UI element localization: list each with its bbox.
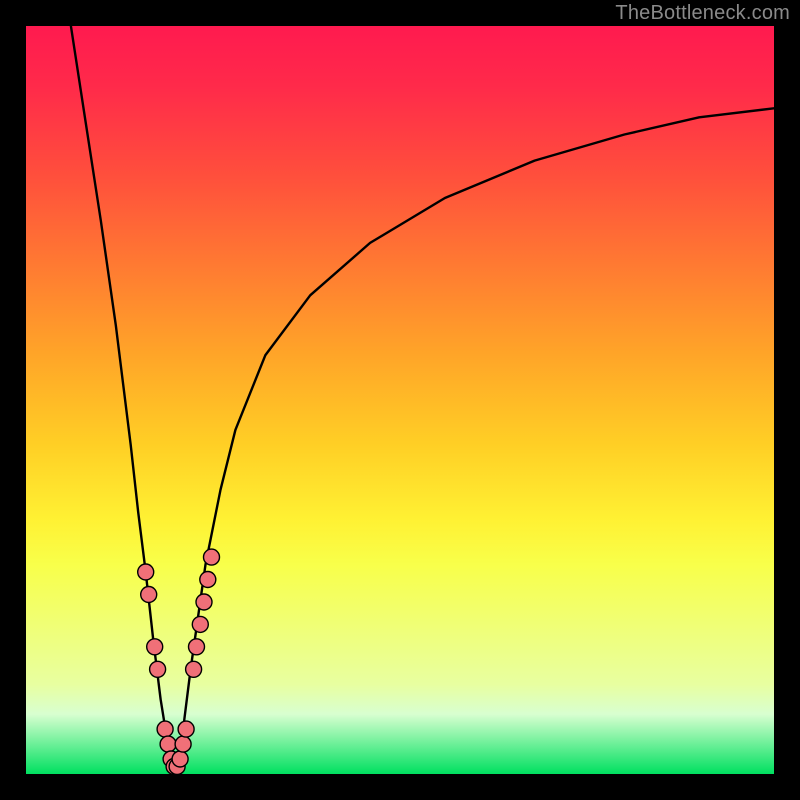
data-dot	[186, 661, 202, 677]
dots-group	[138, 549, 220, 774]
watermark-text: TheBottleneck.com	[615, 2, 790, 25]
data-dot	[172, 751, 188, 767]
curve-group	[71, 26, 774, 774]
data-dot	[157, 721, 173, 737]
data-dot	[192, 616, 208, 632]
data-dot	[204, 549, 220, 565]
data-dot	[160, 736, 176, 752]
data-dot	[138, 564, 154, 580]
data-dot	[189, 639, 205, 655]
chart-frame: TheBottleneck.com	[0, 0, 800, 800]
data-dot	[196, 594, 212, 610]
plot-area	[26, 26, 774, 774]
data-dot	[200, 572, 216, 588]
data-dot	[178, 721, 194, 737]
chart-svg	[26, 26, 774, 774]
data-dot	[175, 736, 191, 752]
data-dot	[141, 587, 157, 603]
curve-right-branch	[176, 108, 774, 774]
data-dot	[147, 639, 163, 655]
data-dot	[150, 661, 166, 677]
